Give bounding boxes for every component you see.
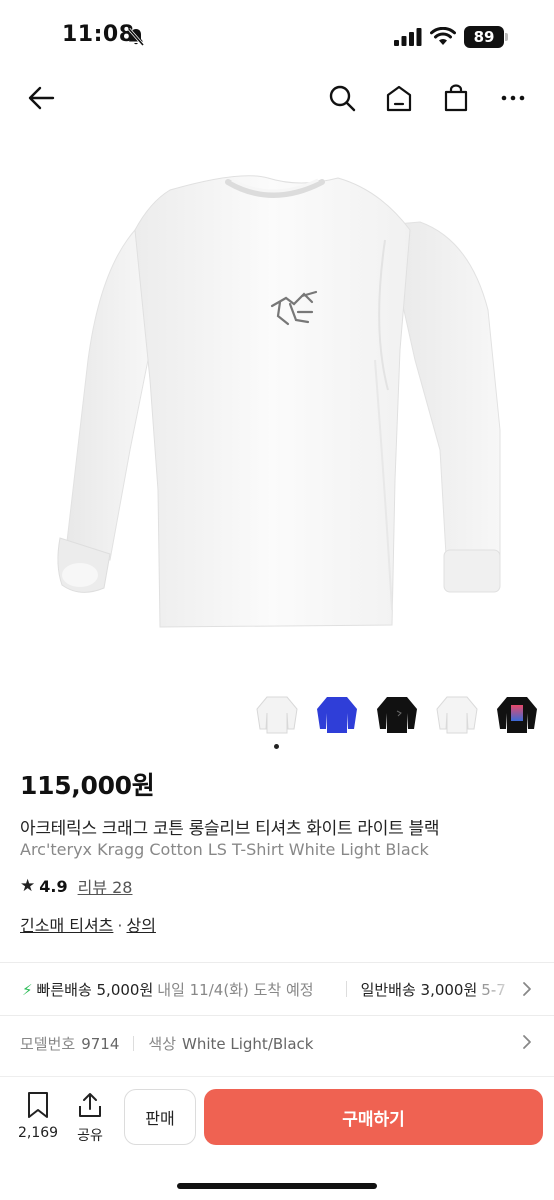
- category-breadcrumb: 긴소매 티셔츠 · 상의: [20, 912, 156, 936]
- model-number-value: 9714: [81, 1035, 120, 1053]
- bell-off-icon: [127, 28, 145, 46]
- cellular-signal-icon: [394, 28, 422, 46]
- thumbnail-blue[interactable]: [312, 688, 362, 738]
- rating-row: ★ 4.9 리뷰 28: [20, 874, 132, 898]
- product-thumbnails: [252, 688, 554, 738]
- star-icon: ★: [20, 876, 36, 896]
- carousel-indicator: [274, 744, 279, 749]
- thumbnail-black-print[interactable]: [492, 688, 542, 738]
- back-arrow-icon[interactable]: [24, 82, 56, 114]
- buy-button[interactable]: 구매하기: [204, 1089, 543, 1145]
- top-navigation: [0, 76, 554, 120]
- lightning-icon: ⚡: [22, 981, 33, 999]
- standard-shipping-label: 일반배송 3,000원: [360, 981, 478, 999]
- divider: [0, 1015, 554, 1016]
- product-name-english: Arc'teryx Kragg Cotton LS T-Shirt White …: [20, 840, 429, 859]
- share-button[interactable]: 공유: [70, 1091, 110, 1145]
- spec-row[interactable]: 모델번호 9714 색상 White Light/Black: [20, 1033, 313, 1054]
- chevron-right-icon: [523, 982, 531, 996]
- review-link[interactable]: 리뷰 28: [78, 874, 133, 898]
- color-value: White Light/Black: [182, 1035, 314, 1053]
- bottom-action-bar: 2,169 공유 판매 구매하기: [0, 1076, 554, 1200]
- sell-button[interactable]: 판매: [124, 1089, 196, 1145]
- bookmark-count: 2,169: [18, 1125, 59, 1141]
- battery-indicator: 89: [464, 26, 504, 48]
- more-icon[interactable]: [497, 82, 529, 114]
- search-icon[interactable]: [326, 82, 358, 114]
- fast-shipping-label: 빠른배송 5,000원: [36, 981, 154, 999]
- shopping-bag-icon[interactable]: [440, 82, 472, 114]
- tshirt-illustration: [57, 175, 501, 628]
- thumbnail-black[interactable]: [372, 688, 422, 738]
- rating-score: 4.9: [39, 876, 68, 896]
- home-icon[interactable]: [383, 82, 415, 114]
- bookmark-icon: [28, 1092, 48, 1118]
- category-link-longsleeve[interactable]: 긴소매 티셔츠: [20, 916, 113, 935]
- bookmark-button[interactable]: 2,169: [18, 1091, 58, 1141]
- model-number-label: 모델번호: [20, 1035, 76, 1053]
- fast-shipping-eta: 내일 11/4(화) 도착 예정: [157, 981, 314, 999]
- battery-tip: [505, 33, 508, 41]
- share-label: 공유: [77, 1128, 103, 1144]
- thumbnail-white[interactable]: [252, 688, 302, 738]
- spec-separator: [133, 1036, 135, 1051]
- product-name-korean: 아크테릭스 크래그 코튼 롱슬리브 티셔츠 화이트 라이트 블랙: [20, 819, 440, 839]
- category-separator: ·: [117, 916, 123, 935]
- color-label: 색상: [148, 1035, 176, 1053]
- share-icon: [79, 1093, 101, 1117]
- status-time: 11:08: [62, 22, 135, 47]
- status-bar: 11:08 89: [0, 0, 554, 76]
- shipping-separator: [345, 981, 347, 997]
- shipping-options[interactable]: ⚡빠른배송 5,000원내일 11/4(화) 도착 예정일반배송 3,000원5…: [0, 964, 554, 1014]
- category-link-tops[interactable]: 상의: [127, 916, 156, 935]
- home-indicator: [177, 1183, 377, 1189]
- divider: [0, 962, 554, 963]
- thumbnail-white-back[interactable]: [432, 688, 482, 738]
- chevron-right-icon[interactable]: [520, 1034, 534, 1050]
- wifi-icon: [430, 27, 456, 45]
- product-price: 115,000원: [20, 771, 155, 800]
- product-image[interactable]: [0, 130, 554, 675]
